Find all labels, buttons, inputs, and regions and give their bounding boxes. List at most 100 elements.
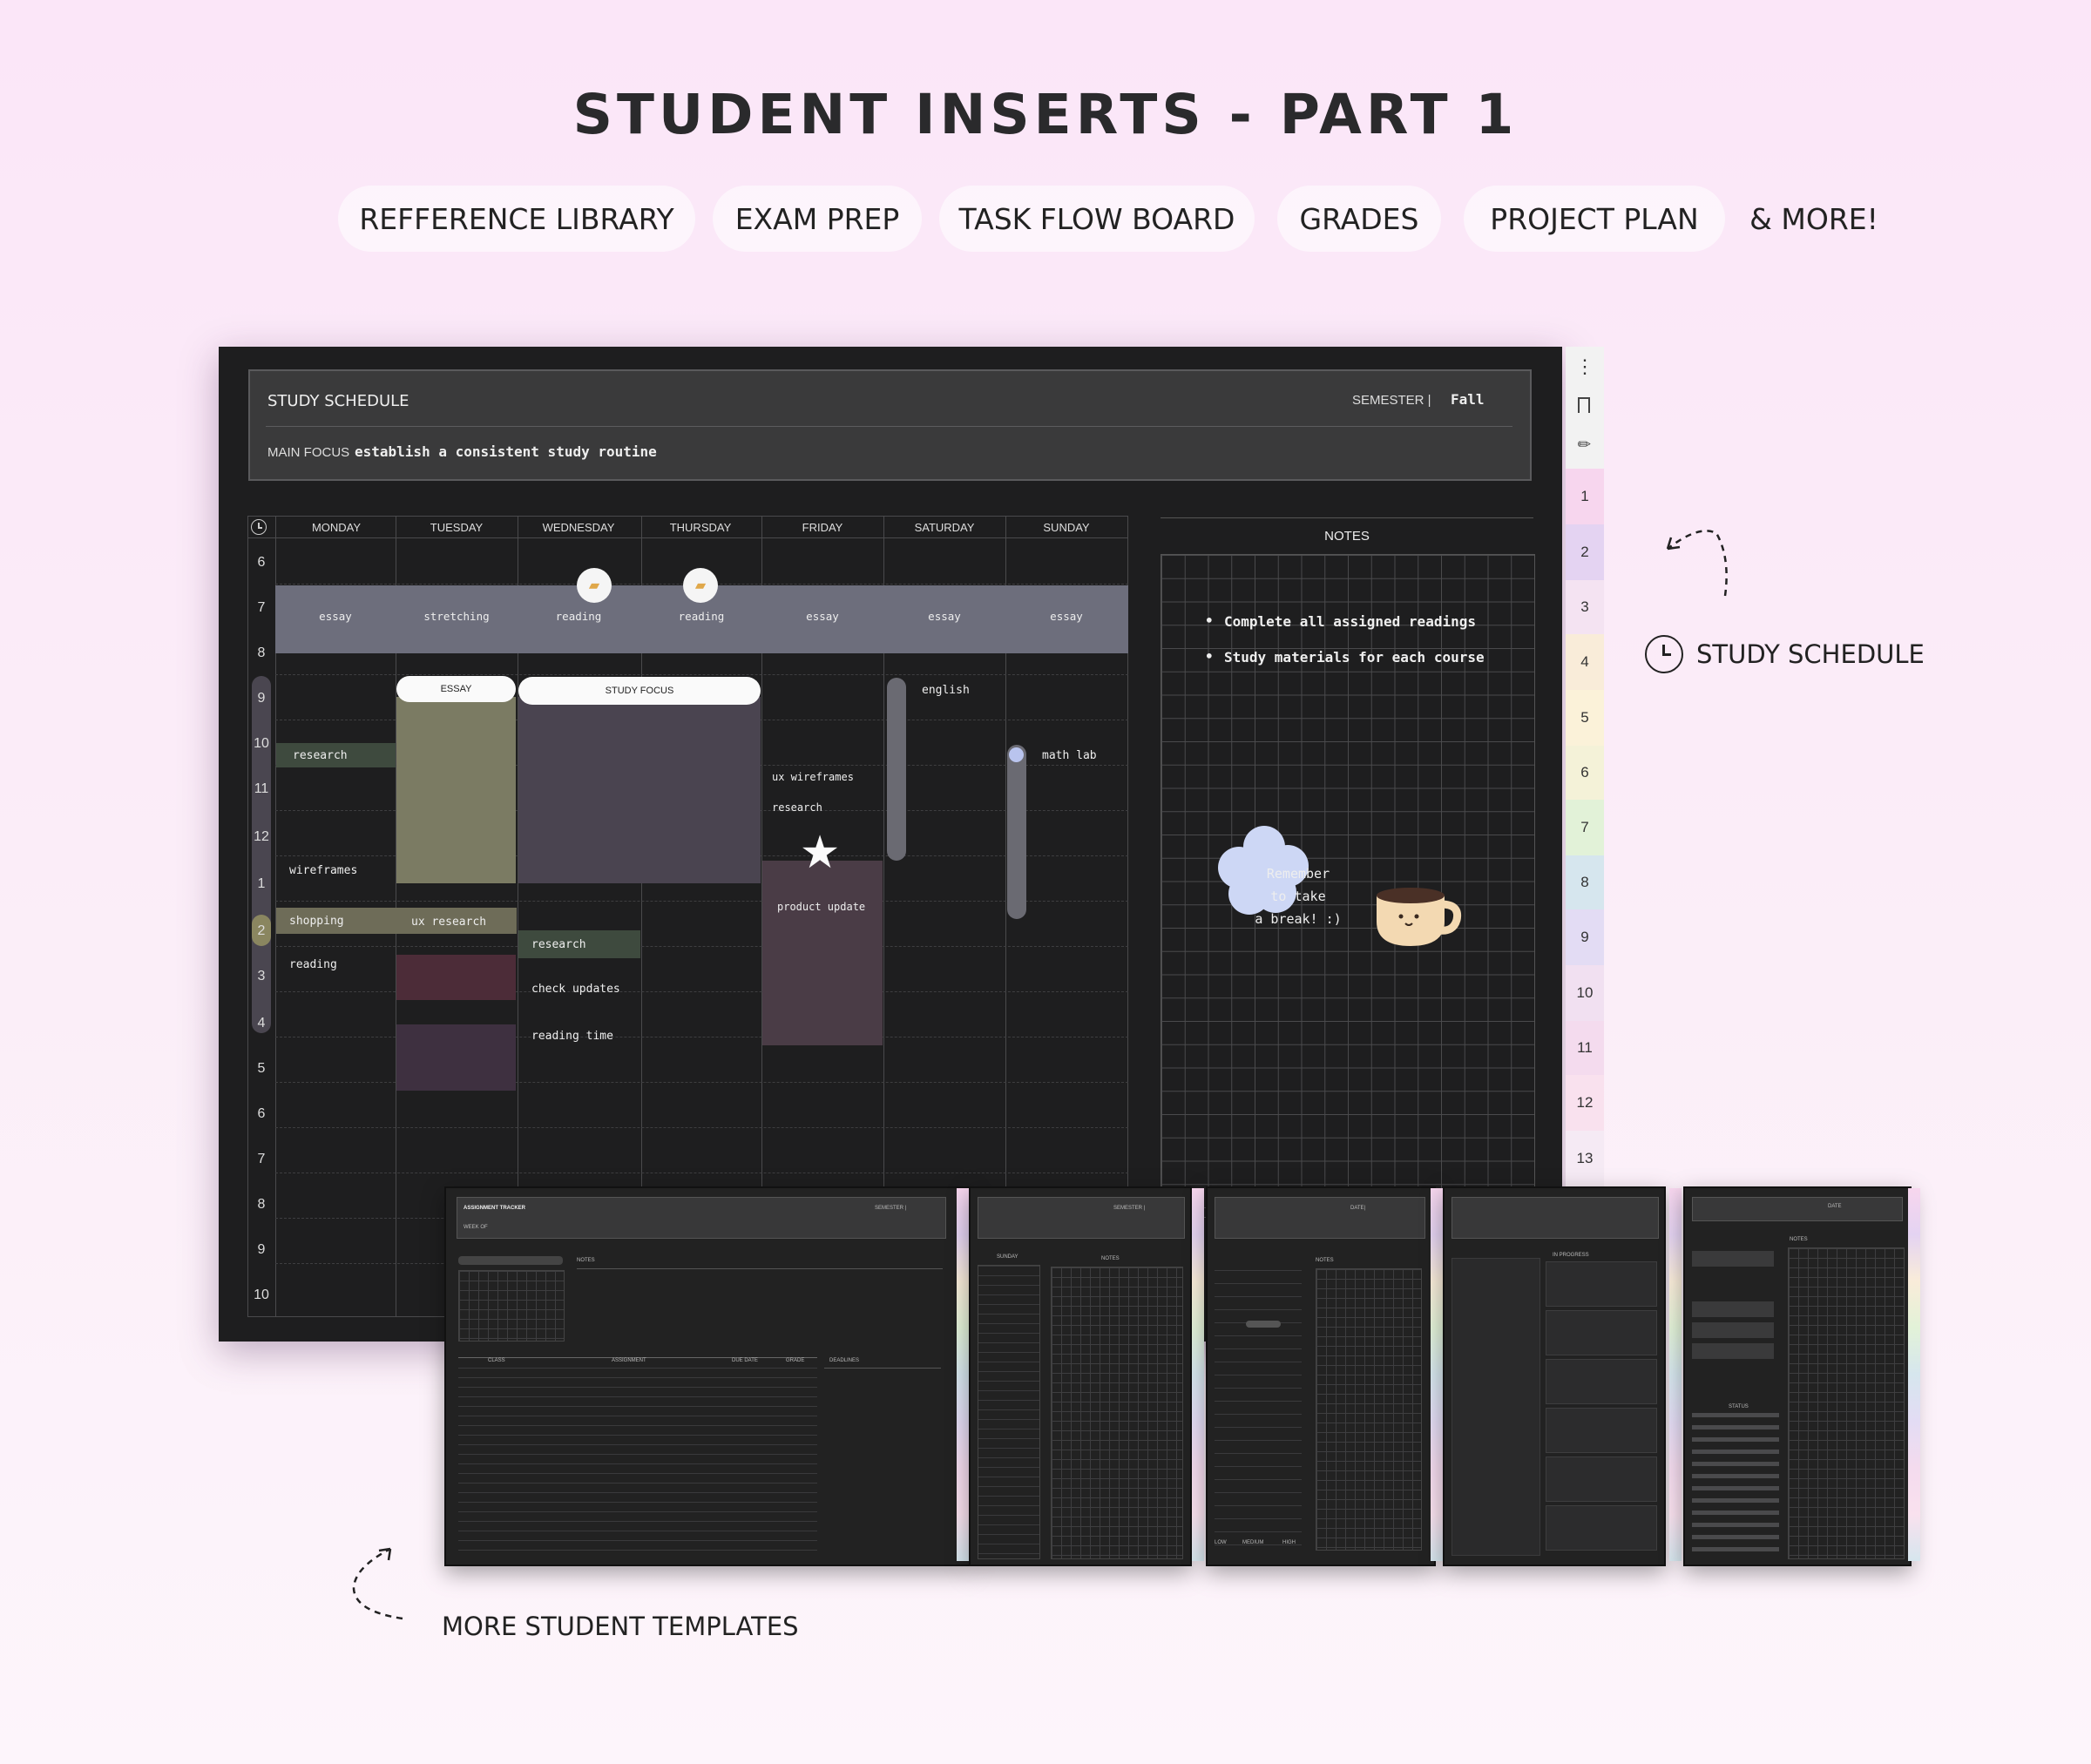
note-bullet: •: [1205, 648, 1214, 665]
hour-label: 10: [254, 736, 269, 751]
more-menu-icon[interactable]: ⋮: [1566, 354, 1604, 380]
coffee-cup-sticker-icon: [1377, 888, 1462, 946]
tab-7[interactable]: 7: [1566, 800, 1604, 855]
event-reading[interactable]: reading: [289, 958, 337, 971]
tab-10[interactable]: 10: [1566, 965, 1604, 1021]
event-shopping[interactable]: shopping: [289, 915, 344, 928]
assignment-tracker-thumbnail[interactable]: ASSIGNMENT TRACKER SEMESTER | WEEK OF NO…: [444, 1186, 971, 1566]
page-title: STUDENT INSERTS - PART 1: [572, 83, 1519, 146]
task-flow-board-thumbnail[interactable]: IN PROGRESS: [1443, 1186, 1666, 1566]
event-stretching[interactable]: stretching: [396, 610, 518, 623]
event-ux-wireframes[interactable]: ux wireframes: [772, 771, 854, 783]
event-reading-time[interactable]: reading time: [531, 1030, 613, 1043]
tab-9[interactable]: 9: [1566, 909, 1604, 965]
english-bar[interactable]: [887, 678, 906, 861]
hour-label: 3: [257, 969, 266, 983]
tab-11[interactable]: 11: [1566, 1021, 1604, 1075]
thumb-date: DATE|: [1350, 1206, 1366, 1211]
event-research[interactable]: research: [772, 801, 822, 814]
event-reading[interactable]: reading: [518, 610, 639, 623]
hour-label: 10: [254, 1288, 269, 1302]
thumb-semester: SEMESTER |: [1113, 1206, 1146, 1211]
event-ux-research[interactable]: ux research: [411, 916, 486, 929]
thumb-status: STATUS: [1729, 1404, 1749, 1409]
day-thursday: THURSDAY: [669, 521, 732, 534]
exam-prep-thumbnail[interactable]: DATE| NOTES LOW MEDIUM HIGH: [1206, 1186, 1436, 1566]
tab-12[interactable]: 12: [1566, 1075, 1604, 1131]
study-focus-label[interactable]: STUDY FOCUS: [518, 677, 761, 705]
event-math-lab[interactable]: math lab: [1042, 749, 1097, 762]
hour-line: [275, 901, 1128, 902]
math-lab-bar[interactable]: [1007, 745, 1026, 919]
event-essay[interactable]: essay: [883, 610, 1005, 623]
project-plan-thumbnail[interactable]: DATE NOTES STATUS: [1683, 1186, 1912, 1566]
hour-line: [275, 1127, 1128, 1128]
pill-reference-library: REFFERENCE LIBRARY: [338, 186, 695, 252]
product-update-block[interactable]: [762, 861, 883, 1045]
thumb-col: ASSIGNMENT: [612, 1358, 646, 1363]
star-sticker-icon: ★: [799, 828, 841, 878]
thumb-sunday: SUNDAY: [997, 1254, 1018, 1260]
hour-label: 11: [254, 781, 269, 796]
day-sunday: SUNDAY: [1043, 521, 1090, 534]
math-lab-dot: [1009, 747, 1024, 762]
hour-label: 7: [257, 600, 266, 615]
tab-6[interactable]: 6: [1566, 746, 1604, 800]
hour-label: 8: [257, 1197, 266, 1212]
clock-icon: [1645, 635, 1683, 673]
curved-arrow-icon: [1666, 530, 1728, 597]
hour-label: 9: [257, 691, 266, 706]
thumb-week-of: WEEK OF: [464, 1225, 488, 1230]
thumb-date: DATE: [1828, 1204, 1842, 1209]
event-check-updates[interactable]: check updates: [531, 983, 620, 996]
main-focus-value[interactable]: establish a consistent study routine: [355, 443, 657, 460]
semester-value[interactable]: Fall: [1451, 391, 1485, 408]
thumb-in-progress: IN PROGRESS: [1553, 1253, 1589, 1258]
reminder-line: a break! :): [1255, 911, 1342, 927]
tab-3[interactable]: 3: [1566, 580, 1604, 634]
hour-label: 6: [257, 1106, 266, 1121]
event-research[interactable]: research: [531, 938, 586, 951]
event-essay[interactable]: essay: [275, 610, 396, 623]
thumb-deadlines: DEADLINES: [829, 1358, 860, 1363]
toast-sticker-icon: ▰: [577, 568, 612, 603]
tab-4[interactable]: 4: [1566, 634, 1604, 690]
tab-1[interactable]: 1: [1566, 469, 1604, 524]
day-monday: MONDAY: [311, 521, 362, 534]
tuesday-block-2[interactable]: [396, 1024, 516, 1091]
hour-label: 1: [257, 876, 266, 891]
hour-label: 12: [254, 829, 269, 844]
event-essay[interactable]: essay: [1005, 610, 1127, 623]
header-divider: [266, 426, 1512, 427]
weekly-notes-thumbnail[interactable]: SEMESTER | SUNDAY NOTES: [969, 1186, 1192, 1566]
thumb-priority: HIGH: [1282, 1540, 1296, 1545]
essay-block-label[interactable]: ESSAY: [396, 676, 516, 702]
tab-13[interactable]: 13: [1566, 1131, 1604, 1186]
hour-label: 5: [257, 1061, 266, 1076]
hour-line: [275, 674, 1128, 675]
tab-5[interactable]: 5: [1566, 690, 1604, 746]
note-item[interactable]: Study materials for each course: [1224, 649, 1485, 666]
schedule-header: STUDY SCHEDULE SEMESTER | Fall MAIN FOCU…: [248, 369, 1532, 481]
thumb-notes: NOTES: [577, 1258, 595, 1263]
bookmark-icon[interactable]: [1578, 397, 1590, 413]
thumb-col: DUE DATE: [732, 1358, 758, 1363]
event-wireframes[interactable]: wireframes: [289, 864, 357, 877]
note-item[interactable]: Complete all assigned readings: [1224, 613, 1476, 630]
event-product-update[interactable]: product update: [777, 901, 865, 913]
event-essay[interactable]: essay: [761, 610, 883, 623]
study-focus-block[interactable]: [518, 697, 761, 883]
tab-8[interactable]: 8: [1566, 855, 1604, 909]
event-english[interactable]: english: [922, 684, 970, 697]
note-bullet: •: [1205, 612, 1214, 629]
event-research[interactable]: research: [293, 749, 348, 762]
thumb-notes: NOTES: [1316, 1258, 1334, 1263]
tuesday-block[interactable]: [396, 955, 516, 1000]
day-tuesday: TUESDAY: [430, 521, 484, 534]
essay-block[interactable]: [396, 697, 516, 883]
reminder-line: to take: [1270, 889, 1326, 904]
event-reading[interactable]: reading: [641, 610, 761, 623]
semester-label: SEMESTER |: [1352, 393, 1431, 408]
reminder-line: Remember: [1266, 866, 1330, 882]
tab-2[interactable]: 2: [1566, 524, 1604, 580]
